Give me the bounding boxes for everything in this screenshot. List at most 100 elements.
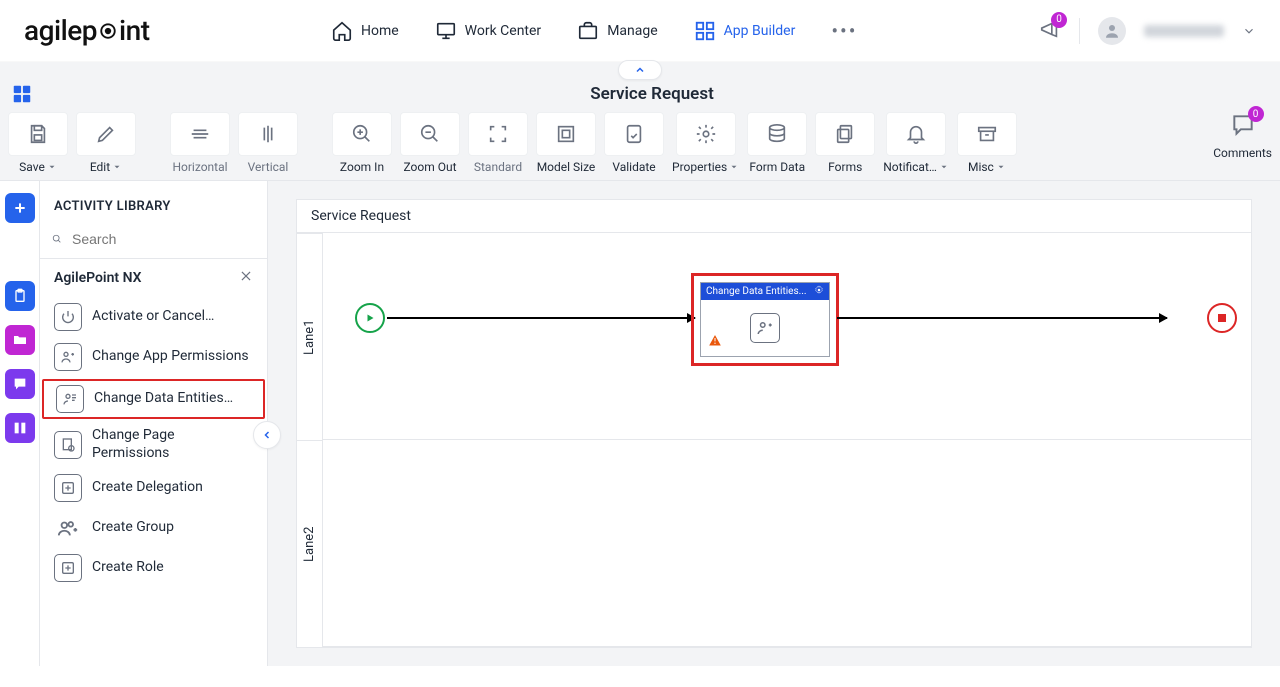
library-item-change-app-permissions[interactable]: Change App Permissions [40, 337, 267, 377]
database-icon [766, 123, 788, 145]
frame-icon [487, 123, 509, 145]
strip-add-button[interactable] [5, 193, 35, 223]
strip-folder-button[interactable] [5, 325, 35, 355]
nav-home[interactable]: Home [331, 19, 399, 43]
top-navbar: agilepint Home Work Center Manage App Bu… [0, 0, 1280, 62]
nav-more[interactable]: ••• [831, 19, 857, 43]
activity-header: Change Data Entities... [701, 283, 829, 300]
strip-clipboard-button[interactable] [5, 281, 35, 311]
lanes-body[interactable]: Change Data Entities... [323, 233, 1251, 647]
fullframe-icon [555, 123, 577, 145]
appgrid-icon [694, 20, 716, 42]
nav-home-label: Home [361, 23, 399, 39]
nav-workcenter[interactable]: Work Center [435, 19, 542, 43]
library-search[interactable] [40, 224, 267, 259]
chevron-down-icon [729, 162, 739, 172]
connector-1[interactable] [387, 317, 695, 319]
canvas-wrapper: Service Request Lane1 Lane2 [268, 181, 1280, 666]
announcements-badge: 0 [1051, 12, 1067, 28]
nav-manage[interactable]: Manage [577, 19, 657, 43]
toolbar: Save Edit Horizontal Vertical Zoom In Zo… [0, 112, 1280, 174]
standard-button[interactable]: Standard [468, 112, 528, 174]
apps-grid-button[interactable] [10, 82, 34, 106]
user-avatar[interactable] [1098, 17, 1126, 45]
entities-icon [56, 385, 84, 413]
announcements-button[interactable]: 0 [1039, 18, 1061, 44]
plus-icon [12, 200, 28, 216]
plus-square-icon [54, 554, 82, 582]
activity-gear-button[interactable] [814, 285, 824, 298]
lane-labels: Lane1 Lane2 [297, 233, 323, 647]
lane1-label[interactable]: Lane1 [297, 233, 322, 440]
briefcase-icon [577, 20, 599, 42]
library-item-activate[interactable]: Activate or Cancel… [40, 297, 267, 337]
library-item-create-group[interactable]: Create Group [40, 508, 267, 548]
end-node[interactable] [1207, 303, 1237, 333]
lane2-label[interactable]: Lane2 [297, 440, 322, 647]
library-item-change-data-entities[interactable]: Change Data Entities… [42, 379, 265, 419]
properties-button[interactable]: Properties [672, 112, 739, 174]
folder-icon [12, 332, 28, 348]
modelsize-button[interactable]: Model Size [536, 112, 596, 174]
lane2[interactable] [323, 440, 1251, 647]
zoomin-button[interactable]: Zoom In [332, 112, 392, 174]
library-group-header: AgilePoint NX [40, 259, 267, 297]
horizontal-button[interactable]: Horizontal [170, 112, 230, 174]
page-title: Service Request [34, 84, 1270, 104]
library-item-create-role[interactable]: Create Role [40, 548, 267, 588]
chevron-up-icon [634, 64, 646, 76]
main-area: ACTIVITY LIBRARY AgilePoint NX Activate … [0, 181, 1280, 666]
power-icon [54, 303, 82, 331]
copy-icon [834, 123, 856, 145]
comments-button[interactable]: 0 Comments [1213, 112, 1272, 160]
nav-appbuilder-label: App Builder [724, 23, 796, 39]
save-button[interactable]: Save [8, 112, 68, 174]
library-group-close[interactable] [239, 269, 253, 287]
strip-ring-button[interactable] [5, 237, 35, 267]
gear-icon [695, 123, 717, 145]
search-icon [52, 230, 62, 248]
strip-columns-button[interactable] [5, 413, 35, 443]
person-icon [1103, 22, 1121, 40]
title-toolbar-band: Service Request Save Edit Horizontal Ver… [0, 78, 1280, 181]
forms-button[interactable]: Forms [815, 112, 875, 174]
vertical-button[interactable]: Vertical [238, 112, 298, 174]
align-horizontal-icon [189, 123, 211, 145]
align-vertical-icon [257, 123, 279, 145]
collapse-top-toggle[interactable] [618, 60, 662, 80]
library-search-input[interactable] [70, 230, 255, 248]
chevron-left-icon [261, 429, 273, 441]
library-item-change-page-permissions[interactable]: Change Page Permissions [40, 421, 267, 468]
pencil-icon [95, 123, 117, 145]
edit-button[interactable]: Edit [76, 112, 136, 174]
divider [1079, 18, 1080, 44]
formdata-button[interactable]: Form Data [747, 112, 807, 174]
canvas-title: Service Request [297, 200, 1251, 233]
library-group-name: AgilePoint NX [54, 270, 141, 286]
activity-title: Change Data Entities... [706, 286, 807, 297]
zoom-in-icon [351, 123, 373, 145]
arc-icon [9, 241, 31, 263]
connector-2[interactable] [837, 317, 1167, 319]
chevron-down-icon [47, 162, 57, 172]
chevron-down-icon[interactable] [1242, 24, 1256, 38]
start-node[interactable] [355, 303, 385, 333]
zoomout-button[interactable]: Zoom Out [400, 112, 460, 174]
title-bar: Service Request [0, 82, 1280, 112]
page-lock-icon [54, 431, 82, 459]
brand-logo: agilepint [24, 14, 150, 47]
validate-button[interactable]: Validate [604, 112, 664, 174]
lane1[interactable]: Change Data Entities... [323, 233, 1251, 440]
gear-icon [814, 285, 824, 295]
plus-square-icon [54, 474, 82, 502]
chevron-down-icon [996, 162, 1006, 172]
misc-button[interactable]: Misc [957, 112, 1017, 174]
nav-appbuilder[interactable]: App Builder [694, 19, 796, 43]
left-icon-strip [0, 181, 40, 666]
activity-node[interactable]: Change Data Entities... [700, 282, 830, 357]
library-item-create-delegation[interactable]: Create Delegation [40, 468, 267, 508]
collapse-library-toggle[interactable] [253, 421, 281, 449]
notifications-button[interactable]: Notificat… [883, 112, 949, 174]
strip-chat-button[interactable] [5, 369, 35, 399]
swimlanes: Lane1 Lane2 Change Data Entities... [297, 233, 1251, 647]
